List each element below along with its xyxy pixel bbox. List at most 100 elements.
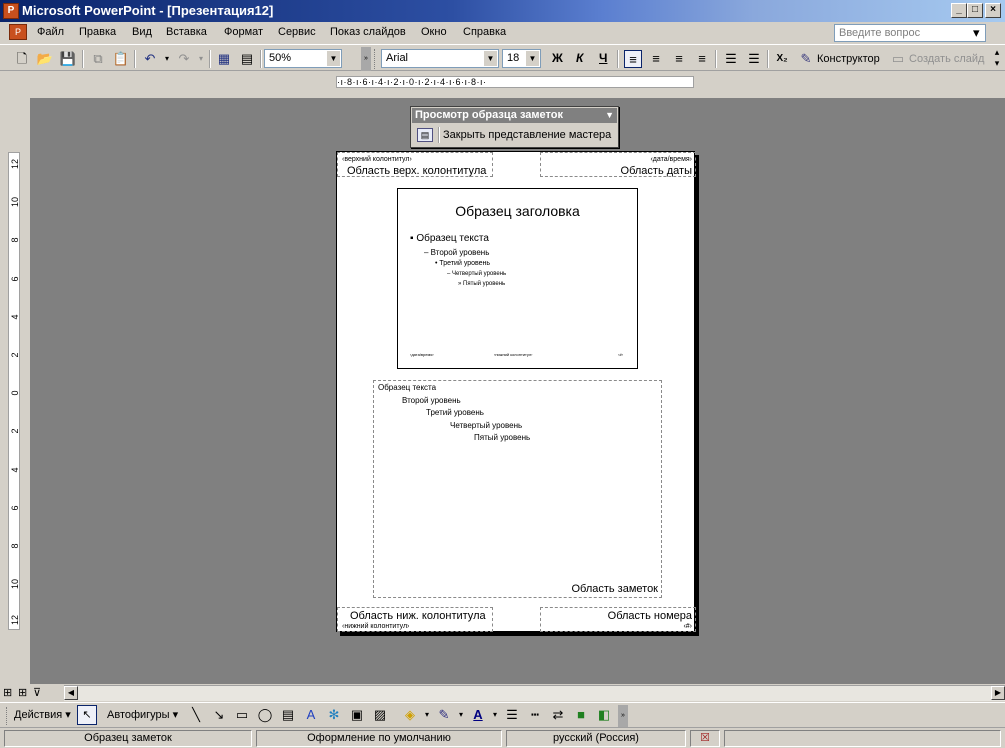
dash-style-icon[interactable]: ┅: [526, 706, 544, 724]
bold-button[interactable]: Ж: [552, 51, 563, 65]
shadow-icon[interactable]: ■: [572, 706, 590, 724]
designer-icon[interactable]: ✎: [797, 50, 815, 68]
normal-view-icon[interactable]: ⊞: [3, 686, 12, 699]
powerpoint-app-icon[interactable]: P: [3, 3, 19, 19]
wordart-icon[interactable]: A: [302, 706, 320, 724]
save-icon[interactable]: 💾: [59, 50, 77, 68]
chevron-down-icon[interactable]: ▾: [452, 706, 470, 724]
justify-icon[interactable]: ≡: [693, 50, 711, 68]
align-right-icon[interactable]: ≡: [670, 50, 688, 68]
textbox-icon[interactable]: ▤: [279, 706, 297, 724]
menu-window[interactable]: Окно: [421, 26, 447, 38]
subscript-icon[interactable]: X₂: [773, 50, 791, 68]
line-icon[interactable]: ╲: [187, 706, 205, 724]
scroll-right-icon[interactable]: ▶: [991, 686, 1005, 700]
new-slide-button[interactable]: Создать слайд: [909, 53, 984, 65]
menu-insert[interactable]: Вставка: [166, 26, 207, 38]
chevron-down-icon[interactable]: ▼: [526, 51, 539, 66]
align-center-icon[interactable]: ≡: [647, 50, 665, 68]
menu-format[interactable]: Формат: [224, 26, 263, 38]
bulleted-list-icon[interactable]: ☰: [745, 50, 763, 68]
new-slide-icon[interactable]: ▭: [889, 50, 907, 68]
maximize-button[interactable]: □: [967, 3, 983, 18]
menu-view[interactable]: Вид: [132, 26, 152, 38]
status-design[interactable]: Оформление по умолчанию: [256, 730, 502, 747]
rectangle-icon[interactable]: ▭: [233, 706, 251, 724]
diagram-icon[interactable]: ✻: [325, 706, 343, 724]
menu-file[interactable]: Файл: [37, 26, 64, 38]
italic-button[interactable]: К: [576, 51, 583, 65]
notes-master-page[interactable]: ‹верхний колонтитул› Область верх. колон…: [336, 151, 696, 632]
paste-icon[interactable]: 📋: [112, 50, 130, 68]
line-color-icon[interactable]: ✎: [435, 706, 453, 724]
line-style-icon[interactable]: ☰: [503, 706, 521, 724]
toolbar-options-icon[interactable]: »: [618, 705, 628, 727]
vertical-ruler[interactable]: 12 10 8 6 4 2 0 2 4 6 8 10 12: [8, 152, 20, 630]
toolbar-options-icon[interactable]: ▴ ▾: [990, 47, 1004, 69]
slide-image-placeholder[interactable]: Образец заголовка ▪ Образец текста – Вто…: [397, 188, 638, 369]
new-document-icon[interactable]: 🗋: [13, 50, 31, 68]
toolbar-options-icon[interactable]: »: [361, 47, 371, 71]
designer-button[interactable]: Конструктор: [817, 53, 880, 65]
floating-toolbar-caption[interactable]: Просмотр образца заметок ▼: [412, 108, 617, 123]
chevron-down-icon[interactable]: ▼: [327, 51, 340, 66]
horizontal-ruler[interactable]: ·ı·8·ı·6·ı·4·ı·2·ı·0·ı·2·ı·4·ı·6·ı·8·ı·: [336, 76, 694, 88]
zoom-combo[interactable]: 50% ▼: [264, 49, 342, 68]
menu-tools[interactable]: Сервис: [278, 26, 316, 38]
picture-icon[interactable]: ▨: [371, 706, 389, 724]
align-left-icon[interactable]: ≡: [624, 50, 642, 68]
window-title: Microsoft PowerPoint - [Презентация12]: [22, 3, 274, 18]
close-button[interactable]: ×: [985, 3, 1001, 18]
master-layout-icon[interactable]: ▤: [417, 128, 433, 142]
table-icon[interactable]: ▦: [215, 50, 233, 68]
document-icon[interactable]: P: [9, 24, 27, 40]
ruler-label: 10: [10, 197, 20, 208]
header-placeholder[interactable]: ‹верхний колонтитул› Область верх. колон…: [337, 152, 493, 177]
select-pointer-icon[interactable]: ↖: [77, 705, 97, 725]
close-master-view-button[interactable]: Закрыть представление мастера: [443, 129, 611, 141]
numbered-list-icon[interactable]: ☰: [722, 50, 740, 68]
3d-icon[interactable]: ◧: [595, 706, 613, 724]
notes-master-floating-toolbar[interactable]: Просмотр образца заметок ▼ ▤ Закрыть пре…: [410, 106, 619, 148]
minimize-button[interactable]: _: [951, 3, 967, 18]
font-color-icon[interactable]: A: [469, 706, 487, 724]
arrow-icon[interactable]: ↘: [210, 706, 228, 724]
chevron-down-icon[interactable]: ▾: [418, 706, 436, 724]
copy-icon[interactable]: ⧉: [89, 50, 107, 68]
scroll-left-icon[interactable]: ◀: [64, 686, 78, 700]
slide-number-placeholder[interactable]: Область номера ‹#›: [540, 607, 696, 632]
font-combo[interactable]: Arial ▼: [381, 49, 499, 68]
oval-icon[interactable]: ◯: [256, 706, 274, 724]
open-folder-icon[interactable]: 📂: [36, 50, 54, 68]
spelling-icon[interactable]: ☒: [690, 730, 720, 747]
undo-icon[interactable]: ↶: [141, 50, 159, 68]
slide-sorter-icon[interactable]: ⊞: [18, 686, 27, 699]
arrow-style-icon[interactable]: ⇄: [549, 706, 567, 724]
font-size-combo[interactable]: 18 ▼: [502, 49, 541, 68]
chevron-down-icon[interactable]: ▾: [973, 25, 980, 41]
underline-button[interactable]: Ч: [599, 51, 607, 65]
footer-placeholder[interactable]: Область ниж. колонтитула ‹нижний колонти…: [337, 607, 493, 632]
menu-edit[interactable]: Правка: [79, 26, 116, 38]
actions-menu-button[interactable]: Действия ▾: [14, 708, 71, 721]
clipart-icon[interactable]: ▣: [348, 706, 366, 724]
menu-help[interactable]: Справка: [463, 26, 506, 38]
fill-color-icon[interactable]: ◈: [401, 706, 419, 724]
chevron-down-icon[interactable]: ▾: [486, 706, 504, 724]
slide-level-5-text: Пятый уровень: [463, 281, 506, 287]
chevron-down-icon[interactable]: ▼: [605, 108, 614, 123]
date-placeholder[interactable]: ‹дата/время› Область даты: [540, 152, 696, 177]
notes-body-placeholder[interactable]: Образец текста Второй уровень Третий уро…: [373, 380, 662, 598]
header-small-text: ‹верхний колонтитул›: [342, 156, 412, 163]
redo-icon[interactable]: ↷: [175, 50, 193, 68]
menu-slideshow[interactable]: Показ слайдов: [330, 26, 406, 38]
autoshapes-menu-button[interactable]: Автофигуры ▾: [107, 708, 178, 721]
chevron-down-icon[interactable]: ▾: [158, 50, 176, 68]
horizontal-scrollbar[interactable]: ◀ ▶: [64, 685, 1005, 701]
chevron-down-icon[interactable]: ▼: [484, 51, 497, 66]
help-search-input[interactable]: Введите вопрос: [834, 24, 986, 42]
drawing-toolbar: Действия ▾ ↖ Автофигуры ▾ ╲ ↘ ▭ ◯ ▤ A ✻ …: [0, 702, 1005, 727]
slideshow-icon[interactable]: ⊽: [33, 686, 41, 699]
chevron-down-icon[interactable]: ▾: [192, 50, 210, 68]
grid-icon[interactable]: ▤: [238, 50, 256, 68]
